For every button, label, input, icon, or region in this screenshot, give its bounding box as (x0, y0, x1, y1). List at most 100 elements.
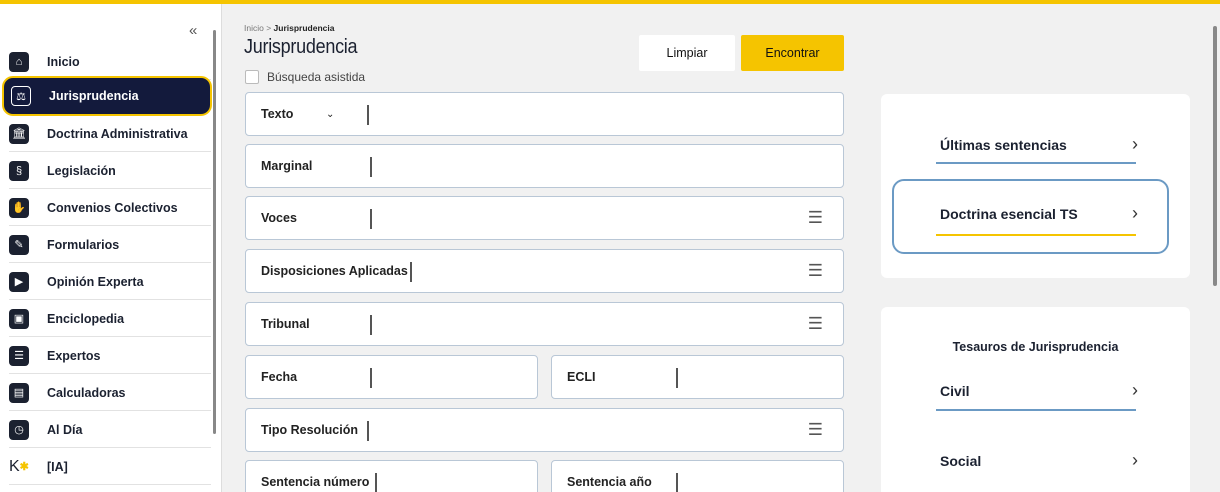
building-icon: 🏛 (9, 123, 29, 144)
sidebar-item-label: Expertos (47, 348, 101, 363)
ai-logo-icon: K ✱ (9, 457, 29, 475)
sidebar-item-label: Doctrina Administrativa (47, 126, 188, 141)
voces-list-icon[interactable]: ☰ (808, 208, 823, 228)
link-underline (936, 409, 1136, 411)
handshake-icon: ✋ (9, 197, 29, 218)
breadcrumb-home-link[interactable]: Inicio (244, 23, 264, 33)
sentencia-anio-field[interactable]: Sentencia año (551, 460, 844, 492)
ultimas-sentencias-link[interactable]: Últimas sentencias › (940, 134, 1138, 155)
text-cursor (676, 368, 678, 388)
assisted-search-option[interactable]: Búsqueda asistida (245, 70, 365, 84)
fecha-field[interactable]: Fecha (245, 355, 538, 399)
tipo-resolucion-list-icon[interactable]: ☰ (808, 420, 823, 440)
sidebar-item-label: Calculadoras (47, 385, 126, 400)
sidebar-item-inicio[interactable]: ⌂ Inicio (9, 44, 211, 80)
tesauros-title: Tesauros de Jurisprudencia (952, 340, 1119, 354)
tribunal-list-icon[interactable]: ☰ (808, 314, 823, 334)
home-icon: ⌂ (9, 51, 29, 72)
disposiciones-label: Disposiciones Aplicadas (261, 264, 408, 278)
collapse-sidebar-icon[interactable]: « (189, 22, 197, 39)
marginal-label: Marginal (261, 159, 313, 173)
sidebar-item-label: Convenios Colectivos (47, 200, 178, 215)
texto-dropdown-label[interactable]: Texto (261, 107, 293, 121)
text-cursor (370, 157, 372, 177)
sentencia-numero-field[interactable]: Sentencia número (245, 460, 538, 492)
sidebar-item-opinion-experta[interactable]: ▶ Opinión Experta (9, 264, 211, 300)
shortcuts-card: Últimas sentencias › Doctrina esencial T… (881, 94, 1190, 278)
text-cursor (370, 368, 372, 388)
sidebar-item-enciclopedia[interactable]: ▣ Enciclopedia (9, 301, 211, 337)
disposiciones-field[interactable]: Disposiciones Aplicadas ☰ (245, 249, 844, 293)
sidebar-item-label: [IA] (47, 459, 68, 474)
sidebar-item-label: Legislación (47, 163, 116, 178)
ultimas-sentencias-label: Últimas sentencias (940, 136, 1067, 153)
ai-logo-letter: K (9, 457, 20, 475)
sidebar-item-label: Jurisprudencia (49, 89, 139, 103)
voces-field[interactable]: Voces ☰ (245, 196, 844, 240)
main-scrollbar[interactable] (1213, 26, 1217, 286)
sidebar-item-calculadoras[interactable]: ▤ Calculadoras (9, 375, 211, 411)
breadcrumb-separator: > (263, 23, 274, 33)
form-edit-icon: ✎ (9, 234, 29, 255)
sidebar-item-label: Opinión Experta (47, 274, 144, 289)
sidebar-item-legislacion[interactable]: § Legislación (9, 153, 211, 189)
sentencia-numero-label: Sentencia número (261, 475, 370, 489)
social-label: Social (940, 452, 982, 469)
expert-opinion-icon: ▶ (9, 271, 29, 292)
chevron-right-icon: › (1132, 380, 1138, 400)
page-title: Jurisprudencia (244, 36, 358, 58)
clear-button[interactable]: Limpiar (639, 35, 735, 71)
chevron-right-icon: › (1132, 134, 1138, 154)
sidebar-item-label: Inicio (47, 54, 80, 69)
tribunal-field[interactable]: Tribunal ☰ (245, 302, 844, 346)
doctrina-esencial-link[interactable]: Doctrina esencial TS › (940, 203, 1138, 224)
tesauro-social-link[interactable]: Social › (940, 450, 1138, 471)
text-cursor (375, 473, 377, 492)
link-underline (936, 162, 1136, 164)
sidebar-item-label: Formularios (47, 237, 120, 252)
tesauros-card: Tesauros de Jurisprudencia Civil › Socia… (881, 307, 1190, 492)
tribunal-label: Tribunal (261, 317, 310, 331)
chevron-right-icon: › (1132, 203, 1138, 223)
ecli-field[interactable]: ECLI (551, 355, 844, 399)
chevron-right-icon: › (1132, 450, 1138, 470)
disposiciones-list-icon[interactable]: ☰ (808, 261, 823, 281)
tipo-resolucion-label: Tipo Resolución (261, 423, 358, 437)
ecli-label: ECLI (567, 370, 596, 384)
breadcrumb-current: Jurisprudencia (273, 23, 335, 33)
sidebar-item-label: Al Día (47, 422, 83, 437)
text-cursor (367, 105, 369, 125)
sidebar-item-doctrina-administrativa[interactable]: 🏛 Doctrina Administrativa (9, 116, 211, 152)
sidebar-scrollbar[interactable] (213, 30, 216, 434)
sidebar-item-ia[interactable]: K ✱ [IA] (9, 449, 211, 485)
text-cursor (367, 421, 369, 441)
assisted-search-label: Búsqueda asistida (267, 70, 366, 84)
clock-icon: ◷ (9, 419, 29, 440)
text-cursor (676, 473, 678, 492)
calculator-icon: ▤ (9, 382, 29, 403)
civil-label: Civil (940, 382, 970, 399)
text-cursor (370, 315, 372, 335)
text-cursor (370, 209, 372, 229)
voces-label: Voces (261, 211, 297, 225)
list-icon: ☰ (9, 345, 29, 366)
find-button[interactable]: Encontrar (741, 35, 844, 71)
marginal-field[interactable]: Marginal (245, 144, 844, 188)
tesauro-civil-link[interactable]: Civil › (940, 380, 1138, 401)
scales-icon: § (9, 160, 29, 181)
sidebar-item-expertos[interactable]: ☰ Expertos (9, 338, 211, 374)
tipo-resolucion-field[interactable]: Tipo Resolución ☰ (245, 408, 844, 452)
sidebar-item-convenios-colectivos[interactable]: ✋ Convenios Colectivos (9, 190, 211, 226)
sidebar-item-al-dia[interactable]: ◷ Al Día (9, 412, 211, 448)
sentencia-anio-label: Sentencia año (567, 475, 652, 489)
sidebar-item-jurisprudencia[interactable]: ⚖ Jurisprudencia (2, 76, 212, 116)
chevron-down-icon[interactable]: ⌄ (326, 109, 334, 120)
assisted-search-checkbox[interactable] (245, 70, 259, 84)
sidebar-item-formularios[interactable]: ✎ Formularios (9, 227, 211, 263)
gavel-icon: ⚖ (11, 86, 31, 106)
encyclopedia-icon: ▣ (9, 308, 29, 329)
texto-field[interactable]: Texto ⌄ (245, 92, 844, 136)
link-underline-active (936, 234, 1136, 236)
doctrina-esencial-label: Doctrina esencial TS (940, 205, 1078, 222)
text-cursor (410, 262, 412, 282)
